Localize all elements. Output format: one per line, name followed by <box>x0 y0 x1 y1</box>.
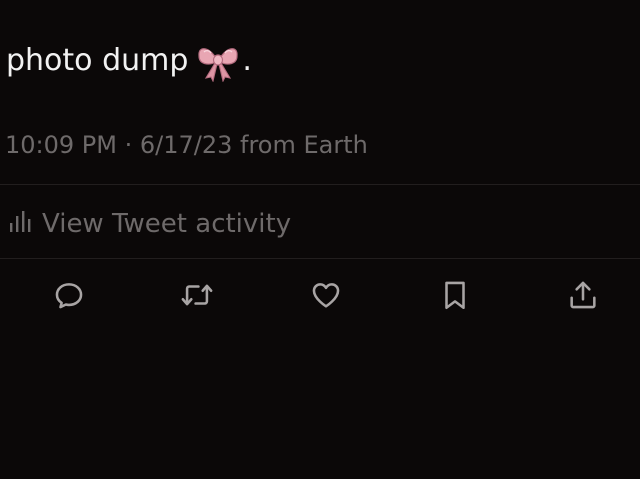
share-icon <box>570 281 596 309</box>
reply-icon <box>55 283 83 309</box>
divider <box>0 184 640 185</box>
view-tweet-activity-link[interactable]: View Tweet activity <box>8 206 291 242</box>
retweet-button[interactable] <box>174 272 220 318</box>
ribbon-bow-icon <box>196 42 240 83</box>
share-button[interactable] <box>560 272 606 318</box>
like-button[interactable] <box>303 272 349 318</box>
tweet-punctuation: . <box>242 43 252 78</box>
view-tweet-activity-label: View Tweet activity <box>42 209 292 239</box>
bar-chart-icon <box>8 208 42 241</box>
retweet-icon <box>181 284 213 306</box>
heart-icon <box>312 283 340 308</box>
tweet-text: photo dump . <box>6 38 252 84</box>
tweet-actions-bar <box>0 272 640 318</box>
reply-button[interactable] <box>46 272 92 318</box>
tweet-timestamp: 10:09 PM · 6/17/23 from Earth <box>5 131 368 159</box>
divider <box>0 258 640 259</box>
bookmark-icon <box>445 281 465 310</box>
tweet-body: photo dump <box>6 43 189 78</box>
bookmark-button[interactable] <box>432 272 478 318</box>
